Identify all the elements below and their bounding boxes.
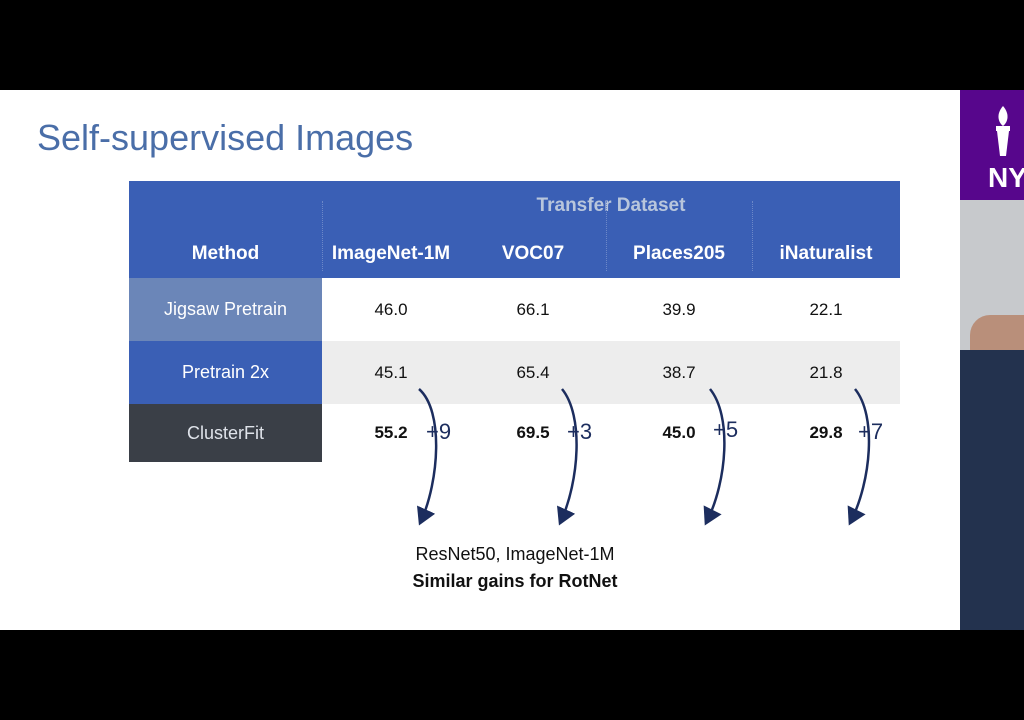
gain-arrows <box>417 388 871 526</box>
gain-arrow-places205 <box>703 388 726 526</box>
university-logo: NY <box>960 90 1024 200</box>
slide: Self-supervised Images Transfer Dataset … <box>0 90 960 630</box>
torch-icon <box>996 106 1010 156</box>
caption-setup: ResNet50, ImageNet-1M <box>415 544 615 564</box>
gain-label-places205: +5 <box>713 417 739 442</box>
caption-note: Similar gains for RotNet <box>412 571 618 591</box>
gain-arrow-voc07 <box>557 388 578 526</box>
speaker-video-panel: NY <box>960 90 1024 630</box>
gain-label-voc07: +3 <box>567 419 593 444</box>
logo-text: NY <box>988 162 1024 193</box>
slide-title: Self-supervised Images <box>37 117 414 158</box>
gain-label-inaturalist: +7 <box>858 419 884 444</box>
results-table: Transfer Dataset Method ImageNet-1M VOC0… <box>129 181 900 526</box>
gain-label-imagenet: +9 <box>426 419 452 444</box>
gain-arrow-imagenet <box>417 388 438 526</box>
gain-arrow-inaturalist <box>847 388 871 526</box>
speaker-shirt <box>960 350 1024 630</box>
